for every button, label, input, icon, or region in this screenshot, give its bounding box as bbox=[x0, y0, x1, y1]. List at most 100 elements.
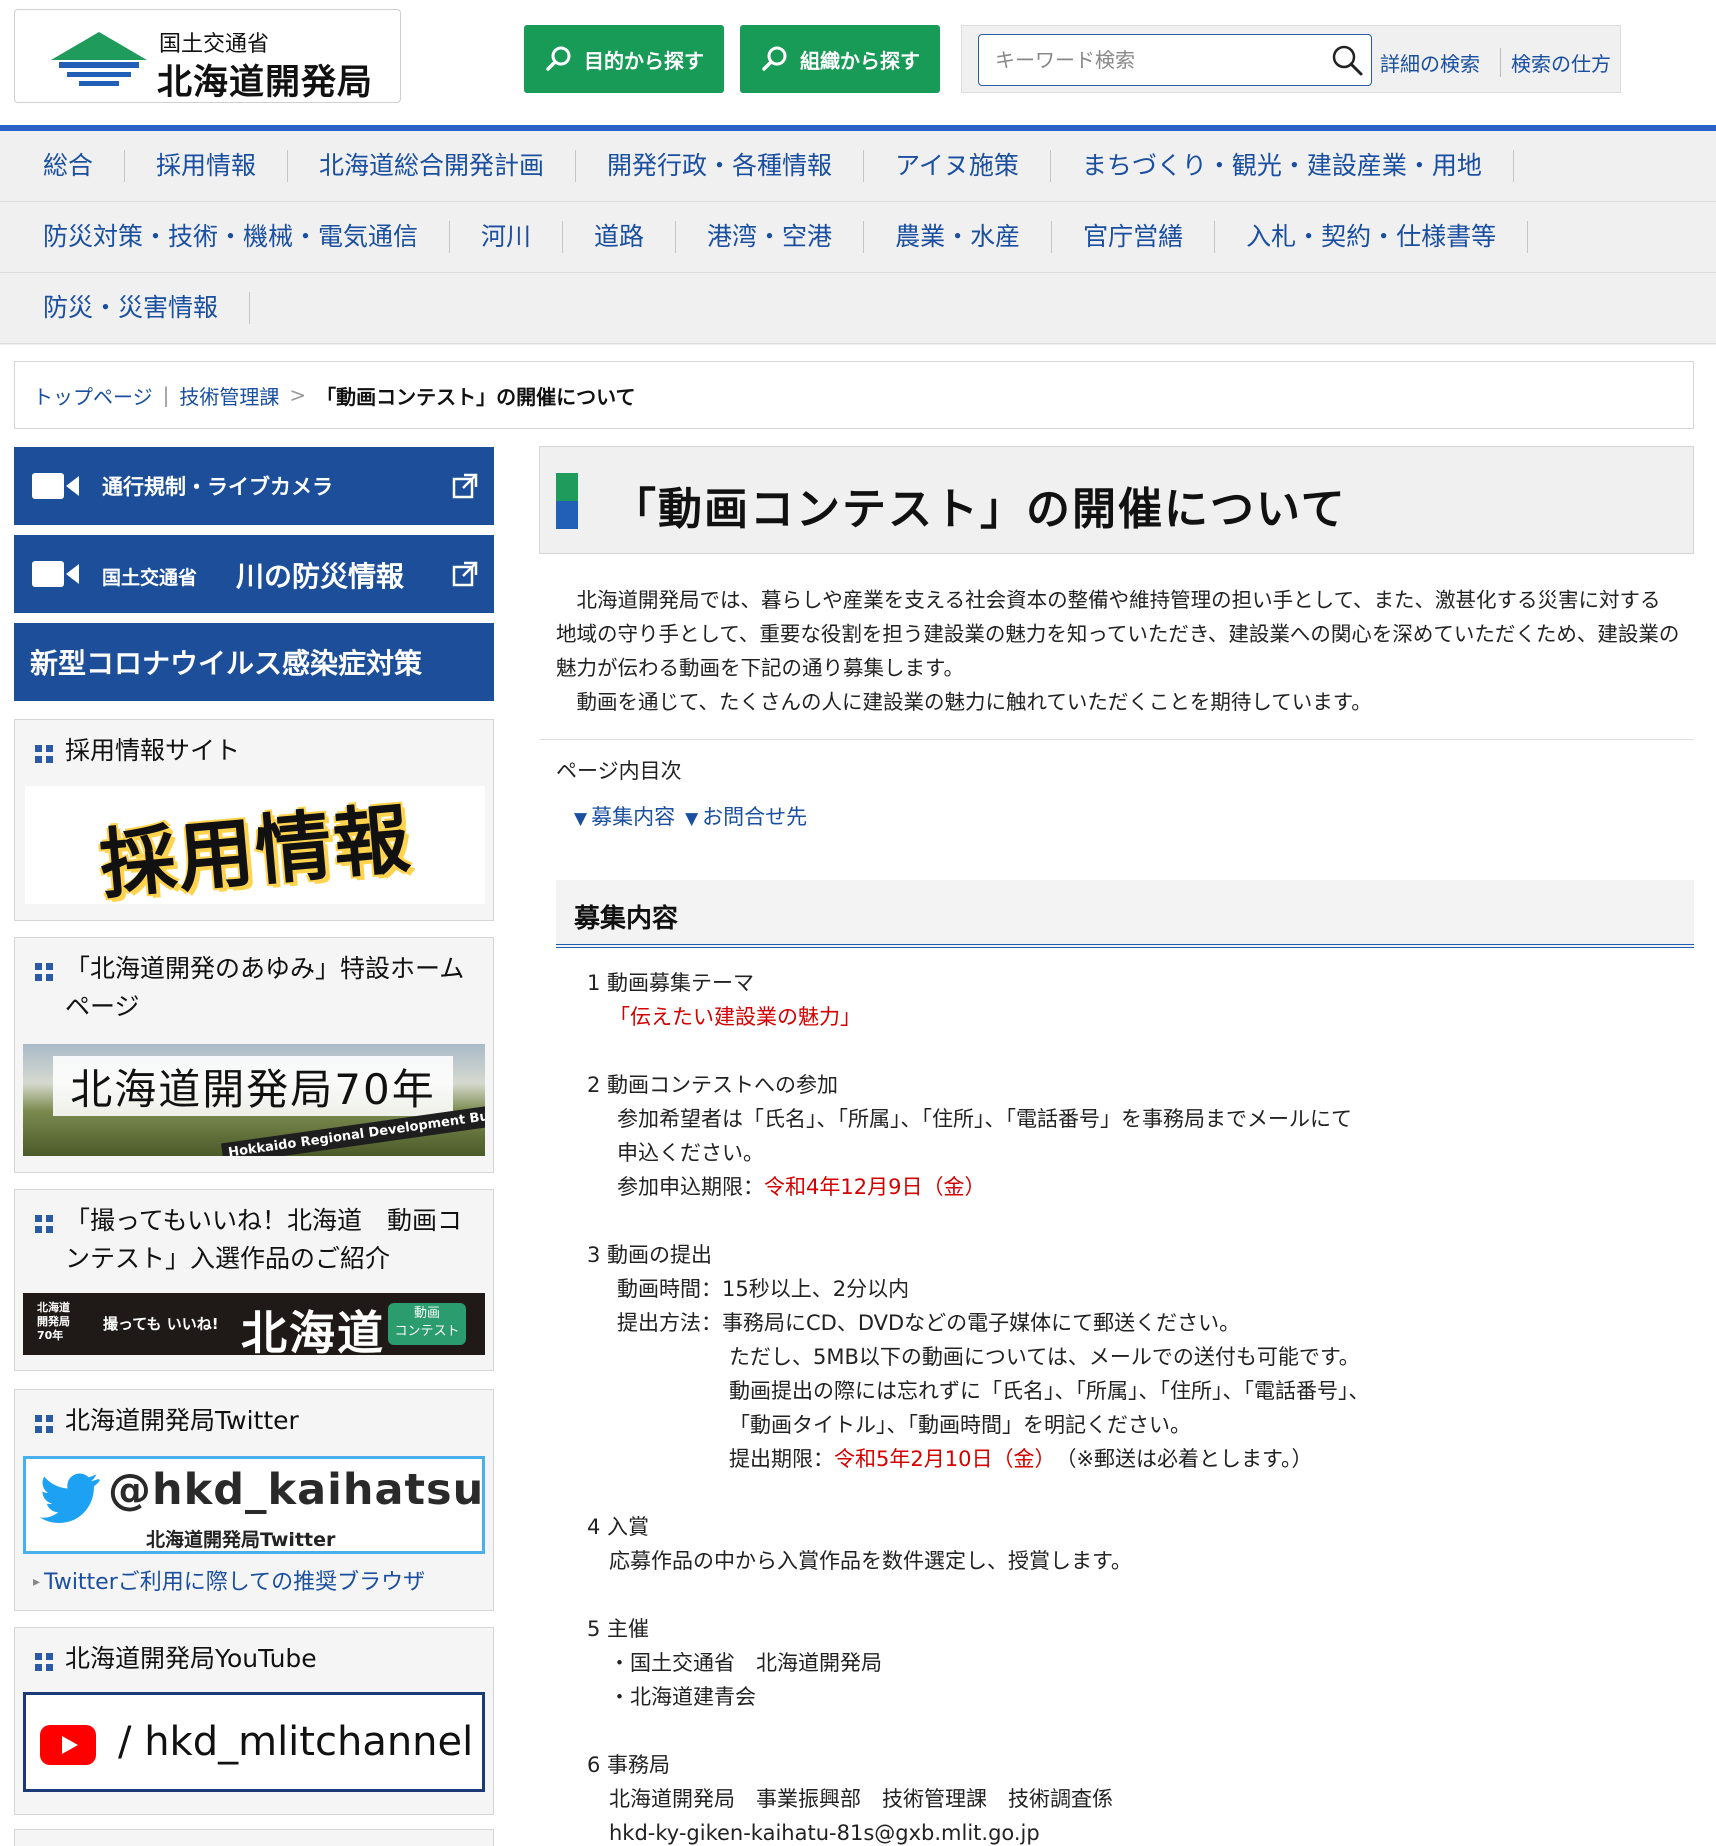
youtube-play-icon bbox=[40, 1725, 96, 1765]
recruit-site-title: 採用情報サイト bbox=[35, 732, 483, 770]
breadcrumb: トップページ | 技術管理課 > 「動画コンテスト」の開催について bbox=[14, 361, 1694, 429]
twitter-banner[interactable]: @hkd_kaihatsu 北海道開発局Twitter bbox=[23, 1456, 485, 1554]
twitter-browser-recommendation-link[interactable]: Twitterご利用に際しての推奨ブラウザ bbox=[33, 1564, 425, 1596]
river-info-ministry-label: 国土交通省 bbox=[102, 567, 198, 589]
breadcrumb-top[interactable]: トップページ bbox=[33, 381, 153, 410]
search-by-organization-button[interactable]: 組織から探す bbox=[740, 25, 940, 93]
sidebar-next-box bbox=[14, 1829, 494, 1846]
intro-paragraph-1: 北海道開発局では、暮らしや産業を支える社会資本の整備や維持管理の担い手として、ま… bbox=[556, 588, 1680, 680]
search-icon bbox=[762, 46, 787, 71]
nav-town-tourism-construction[interactable]: まちづくり・観光・建設産業・用地 bbox=[1051, 150, 1514, 182]
bureau-logo-icon bbox=[51, 32, 147, 86]
item-1-theme: 「伝えたい建設業の魅力」 bbox=[609, 1005, 861, 1029]
video-contest-banner[interactable]: 北海道 開発局 70年 撮っても いいね! 北海道 動画 コンテスト bbox=[23, 1293, 485, 1360]
item-3-line-2: ただし、5MB以下の動画については、メールでの送付も可能です。 bbox=[729, 1345, 1360, 1369]
traffic-live-camera-label: 通行規制・ライブカメラ bbox=[102, 475, 333, 499]
page-title: 「動画コンテスト」の開催について bbox=[612, 484, 1347, 535]
grid-bullet-icon bbox=[35, 963, 53, 981]
intro-paragraph-2: 動画を通じて、たくさんの人に建設業の魅力に触れていただくことを期待しています。 bbox=[576, 690, 1372, 714]
title-accent-blue bbox=[556, 501, 578, 529]
twitter-box-title: 北海道開発局Twitter bbox=[35, 1402, 483, 1440]
contest-banner-badge: 動画 コンテスト bbox=[388, 1303, 466, 1345]
title-accent-green bbox=[556, 473, 578, 501]
ayumi-70th-banner[interactable]: 北海道開発局70年 Hokkaido Regional Development … bbox=[23, 1044, 485, 1156]
nav-development-plan[interactable]: 北海道総合開発計画 bbox=[288, 150, 577, 182]
external-link-icon bbox=[452, 561, 478, 587]
external-link-icon bbox=[452, 473, 478, 499]
item-5-heading: 5 主催 bbox=[587, 1617, 650, 1641]
item-3-heading: 3 動画の提出 bbox=[587, 1243, 713, 1267]
nav-administration[interactable]: 開発行政・各種情報 bbox=[576, 150, 865, 182]
nav-general[interactable]: 総合 bbox=[0, 150, 126, 182]
global-nav-row-2: 防災対策・技術・機械・電気通信 河川 道路 港湾・空港 農業・水産 官庁営繕 入… bbox=[0, 202, 1716, 273]
item-2-line-1: 参加希望者は「氏名」、「所属」、「住所」、「電話番号」を事務局までメールにて bbox=[617, 1107, 1352, 1131]
search-by-purpose-button[interactable]: 目的から探す bbox=[524, 25, 724, 93]
item-3-deadline-note: （※郵送は必着とします。） bbox=[1044, 1447, 1313, 1471]
nav-ports-airports[interactable]: 港湾・空港 bbox=[676, 221, 865, 253]
river-info-label: 川の防災情報 bbox=[236, 560, 405, 593]
recruitment-details: 1 動画募集テーマ 「伝えたい建設業の魅力」 2 動画コンテストへの参加 参加希… bbox=[587, 966, 1677, 1846]
item-5-organizer-2: ・北海道建青会 bbox=[609, 1685, 756, 1709]
global-nav-row-1: 総合 採用情報 北海道総合開発計画 開発行政・各種情報 アイヌ施策 まちづくり・… bbox=[0, 131, 1716, 202]
search-area: 詳細の検索 検索の仕方 bbox=[961, 25, 1621, 93]
nav-recruitment[interactable]: 採用情報 bbox=[125, 150, 289, 182]
video-contest-winners-title: 「撮ってもいいね！北海道 動画コンテスト」入選作品のご紹介 bbox=[35, 1202, 483, 1278]
item-6-heading: 6 事務局 bbox=[587, 1753, 671, 1777]
item-2-deadline-row: 参加申込期限：令和4年12月9日（金） bbox=[587, 1170, 1677, 1204]
nav-roads[interactable]: 道路 bbox=[563, 221, 677, 253]
intro-text: 北海道開発局では、暮らしや産業を支える社会資本の整備や維持管理の担い手として、ま… bbox=[556, 583, 1680, 719]
youtube-box: 北海道開発局YouTube / hkd_mlitchannel bbox=[14, 1627, 494, 1815]
ayumi-banner-title: 北海道開発局70年 bbox=[53, 1056, 453, 1116]
covid-measures-button[interactable]: 新型コロナウイルス感染症対策 bbox=[14, 623, 494, 701]
site-logo[interactable]: 国土交通省 北海道開発局 bbox=[14, 9, 401, 103]
item-5-organizer-1: ・国土交通省 北海道開発局 bbox=[609, 1651, 882, 1675]
item-3-line-4: 「動画タイトル」、「動画時間」を明記ください。 bbox=[729, 1413, 1191, 1437]
item-4-text: 応募作品の中から入賞作品を数件選定し、授賞します。 bbox=[609, 1549, 1132, 1573]
section-heading: 募集内容 bbox=[574, 904, 679, 934]
global-nav-row-3: 防災・災害情報 bbox=[0, 273, 1716, 344]
youtube-channel-name: / hkd_mlitchannel bbox=[118, 1719, 474, 1765]
nav-ainu-policy[interactable]: アイヌ施策 bbox=[864, 150, 1051, 182]
item-3-method: 提出方法：事務局にCD、DVDなどの電子媒体にて郵送ください。 bbox=[617, 1311, 1241, 1335]
toc-link-recruitment[interactable]: 募集内容 bbox=[574, 801, 675, 831]
contest-banner-hokkaido: 北海道 bbox=[241, 1306, 385, 1360]
youtube-banner[interactable]: / hkd_mlitchannel bbox=[23, 1692, 485, 1792]
contest-banner-slogan: 撮っても いいね! bbox=[103, 1315, 219, 1333]
toc-label: ページ内目次 bbox=[556, 759, 682, 783]
item-6-email[interactable]: hkd-ky-giken-kaihatu-81s@gxb.mlit.go.jp bbox=[587, 1816, 1677, 1846]
traffic-live-camera-button[interactable]: 通行規制・ライブカメラ bbox=[14, 447, 494, 525]
search-howto-link[interactable]: 検索の仕方 bbox=[1500, 48, 1611, 77]
twitter-bird-icon bbox=[40, 1473, 100, 1523]
toc-link-contact[interactable]: お問合せ先 bbox=[685, 801, 807, 831]
breadcrumb-section[interactable]: 技術管理課 bbox=[179, 381, 279, 410]
item-3-deadline-label: 提出期限： bbox=[729, 1447, 834, 1471]
search-icon[interactable] bbox=[1330, 43, 1364, 77]
breadcrumb-current: 「動画コンテスト」の開催について bbox=[316, 384, 636, 409]
river-disaster-info-button[interactable]: 国土交通省 川の防災情報 bbox=[14, 535, 494, 613]
grid-bullet-icon bbox=[35, 1415, 53, 1433]
nav-disaster-info[interactable]: 防災・災害情報 bbox=[0, 292, 251, 324]
nav-agriculture-fisheries[interactable]: 農業・水産 bbox=[864, 221, 1053, 253]
logo-title: 北海道開発局 bbox=[157, 63, 374, 103]
item-2-line-2: 申込ください。 bbox=[617, 1141, 764, 1165]
item-6-office: 北海道開発局 事業振興部 技術管理課 技術調査係 bbox=[609, 1787, 1113, 1811]
section-divider bbox=[539, 739, 1694, 740]
nav-rivers[interactable]: 河川 bbox=[450, 221, 564, 253]
item-3-duration: 動画時間：15秒以上、2分以内 bbox=[617, 1277, 910, 1301]
item-2-deadline-label: 参加申込期限： bbox=[617, 1175, 764, 1199]
item-1-heading: 1 動画募集テーマ bbox=[587, 971, 755, 995]
item-4-heading: 4 入賞 bbox=[587, 1515, 650, 1539]
nav-disaster-tech[interactable]: 防災対策・技術・機械・電気通信 bbox=[0, 221, 451, 253]
item-2-heading: 2 動画コンテストへの参加 bbox=[587, 1073, 839, 1097]
keyword-search-input[interactable] bbox=[978, 34, 1372, 86]
global-nav: 総合 採用情報 北海道総合開発計画 開発行政・各種情報 アイヌ施策 まちづくり・… bbox=[0, 131, 1716, 345]
youtube-box-title: 北海道開発局YouTube bbox=[35, 1640, 483, 1678]
search-icon bbox=[546, 46, 571, 71]
nav-government-buildings[interactable]: 官庁営繕 bbox=[1052, 221, 1216, 253]
nav-bidding-contracts[interactable]: 入札・契約・仕様書等 bbox=[1215, 221, 1529, 253]
item-2-deadline: 令和4年12月9日（金） bbox=[764, 1175, 986, 1199]
page-title-box: 「動画コンテスト」の開催について bbox=[539, 446, 1694, 554]
recruit-banner[interactable]: 採用情報 bbox=[25, 786, 485, 909]
breadcrumb-separator: | bbox=[162, 383, 170, 407]
advanced-search-link[interactable]: 詳細の検索 bbox=[1380, 48, 1480, 77]
